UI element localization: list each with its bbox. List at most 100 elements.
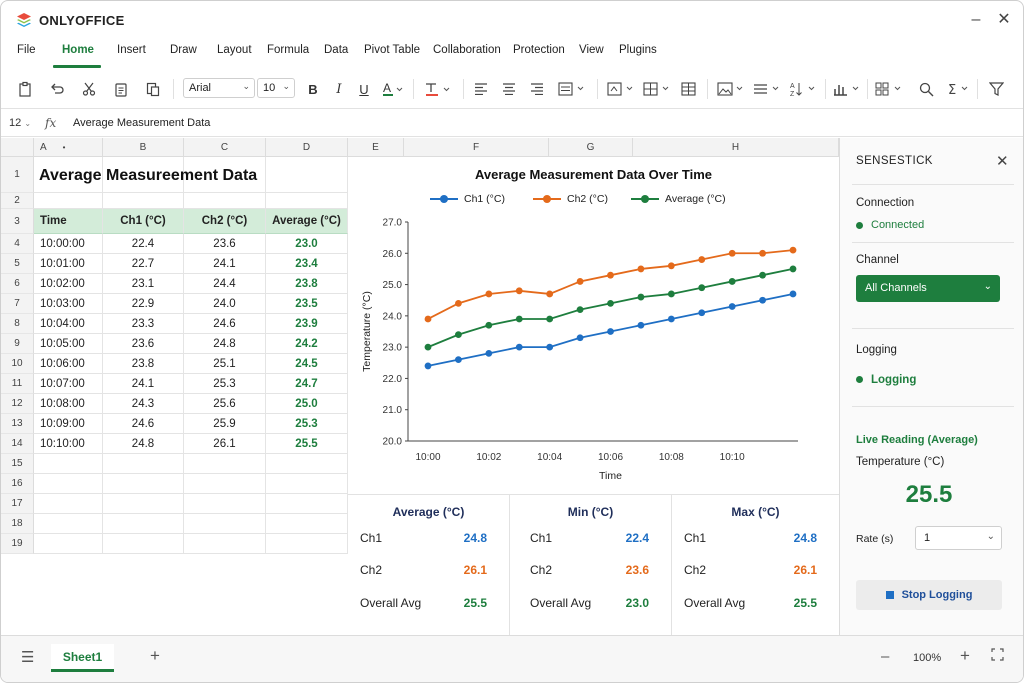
table-cell[interactable]: 23.4 [266, 254, 348, 274]
minimize-icon[interactable]: – [967, 11, 985, 29]
table-cell[interactable]: 10:01:00 [34, 254, 103, 274]
row-header[interactable]: 7 [1, 294, 34, 314]
table-cell[interactable]: 10:06:00 [34, 354, 103, 374]
row-header[interactable]: 9 [1, 334, 34, 354]
sum-icon[interactable]: Σ [947, 79, 971, 99]
column-header-e[interactable]: E [348, 138, 404, 157]
column-header-c[interactable]: C [184, 138, 266, 157]
table-cell[interactable]: 10:10:00 [34, 434, 103, 454]
table-cell[interactable]: 24.3 [103, 394, 184, 414]
insert-chart-icon[interactable] [833, 79, 861, 99]
table-cell[interactable]: 24.1 [103, 374, 184, 394]
data-point[interactable] [759, 296, 766, 304]
data-point[interactable] [789, 265, 797, 273]
paste-icon[interactable] [15, 79, 35, 99]
table-cell[interactable]: 25.1 [184, 354, 266, 374]
table-cell[interactable]: 23.9 [266, 314, 348, 334]
row-header[interactable]: 8 [1, 314, 34, 334]
data-point[interactable] [728, 303, 736, 310]
table-cell[interactable]: 10:04:00 [34, 314, 103, 334]
copy-icon[interactable] [111, 79, 131, 99]
column-header-f[interactable]: F [404, 138, 549, 157]
row-header[interactable]: 2 [1, 193, 34, 209]
data-point[interactable] [637, 293, 645, 301]
table-cell[interactable]: 23.3 [103, 314, 184, 334]
data-point[interactable] [515, 315, 523, 323]
tab-formula[interactable]: Formula [267, 44, 309, 56]
column-header-a[interactable]: A • [34, 138, 103, 157]
sheet-list-menu-icon[interactable]: ☰ [21, 648, 34, 666]
data-point[interactable] [546, 290, 554, 298]
table-cell[interactable]: 24.6 [184, 314, 266, 334]
grid-cell[interactable] [34, 534, 103, 554]
zoom-out-icon[interactable]: – [881, 648, 889, 665]
tab-layout[interactable]: Layout [217, 44, 252, 56]
underline-icon[interactable]: U [356, 79, 372, 99]
fullscreen-icon[interactable] [991, 648, 1004, 665]
table-cell[interactable]: 10:02:00 [34, 274, 103, 294]
grid-cell[interactable] [266, 534, 348, 554]
table-cell[interactable]: 22.7 [103, 254, 184, 274]
cell-reference[interactable]: 12 ⌄ [9, 117, 31, 129]
table-cell[interactable]: 24.1 [184, 254, 266, 274]
table-cell[interactable]: 22.9 [103, 294, 184, 314]
data-point[interactable] [728, 249, 736, 257]
data-point[interactable] [607, 328, 614, 335]
row-header[interactable]: 4 [1, 234, 34, 254]
data-point[interactable] [698, 309, 706, 317]
paste-special-icon[interactable] [143, 79, 163, 99]
grid-cell[interactable] [266, 157, 348, 193]
grid-cell[interactable] [34, 454, 103, 474]
data-point[interactable] [515, 343, 523, 351]
conditional-format-icon[interactable] [875, 79, 903, 99]
cut-icon[interactable] [79, 79, 99, 99]
tab-file[interactable]: File [17, 44, 36, 56]
merge-cells-icon[interactable] [643, 79, 671, 99]
row-header[interactable]: 14 [1, 434, 34, 454]
close-icon[interactable]: ✕ [995, 11, 1013, 29]
grid-cell[interactable] [266, 454, 348, 474]
grid-cell[interactable] [266, 494, 348, 514]
undo-icon[interactable] [47, 79, 67, 99]
vertical-align-icon[interactable] [557, 79, 587, 99]
tab-view[interactable]: View [579, 44, 604, 56]
grid-cell[interactable] [103, 514, 184, 534]
row-header[interactable]: 12 [1, 394, 34, 414]
wrap-text-icon[interactable] [607, 79, 635, 99]
table-icon[interactable] [679, 79, 697, 99]
table-cell[interactable]: 23.8 [266, 274, 348, 294]
grid-cell[interactable] [266, 193, 348, 209]
data-point[interactable] [698, 284, 706, 292]
data-point[interactable] [607, 271, 614, 279]
data-point[interactable] [455, 331, 462, 339]
data-point[interactable] [424, 362, 432, 370]
italic-icon[interactable]: I [331, 79, 347, 99]
grid-cell[interactable] [103, 474, 184, 494]
data-point[interactable] [759, 271, 766, 279]
data-point[interactable] [759, 249, 766, 257]
table-header-cell[interactable]: Time [34, 209, 103, 234]
table-cell[interactable]: 22.4 [103, 234, 184, 254]
data-point[interactable] [455, 356, 462, 364]
data-point[interactable] [667, 262, 675, 270]
data-point[interactable] [667, 290, 675, 298]
column-header-b[interactable]: B [103, 138, 184, 157]
data-point[interactable] [576, 334, 584, 342]
rate-select[interactable]: 1 ⌄ [915, 526, 1002, 550]
table-cell[interactable]: 10:03:00 [34, 294, 103, 314]
data-point[interactable] [667, 315, 675, 323]
row-header[interactable]: 17 [1, 494, 34, 514]
font-color-icon[interactable]: A [381, 79, 405, 99]
row-header[interactable]: 18 [1, 514, 34, 534]
row-header[interactable]: 13 [1, 414, 34, 434]
grid-cell[interactable] [184, 454, 266, 474]
grid-cell[interactable] [34, 494, 103, 514]
row-header[interactable]: 3 [1, 209, 34, 234]
data-point[interactable] [485, 290, 493, 298]
table-cell[interactable]: 25.0 [266, 394, 348, 414]
grid-cell[interactable] [184, 494, 266, 514]
data-point[interactable] [637, 265, 645, 273]
borders-icon[interactable] [753, 79, 781, 99]
table-header-cell[interactable]: Average (°C) [266, 209, 348, 234]
table-cell[interactable]: 24.7 [266, 374, 348, 394]
